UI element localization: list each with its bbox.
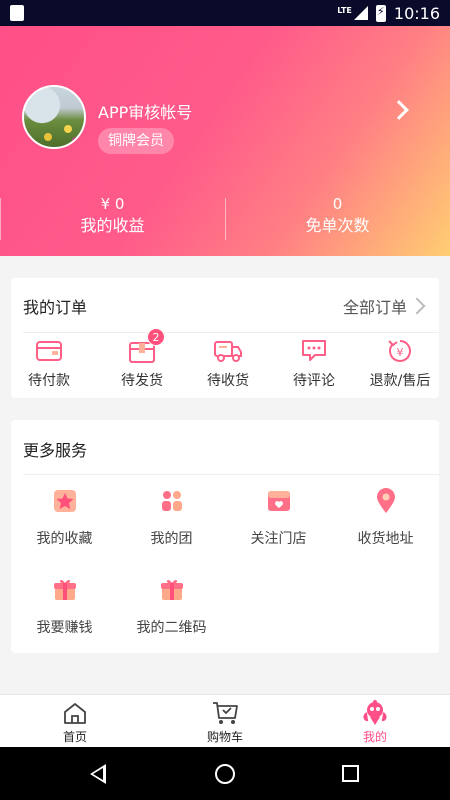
svg-text:¥: ¥ — [397, 346, 404, 359]
service-followed-stores[interactable]: 关注门店 — [225, 486, 332, 548]
all-orders-label: 全部订单 — [342, 298, 407, 317]
service-shipping-address[interactable]: 收货地址 — [332, 486, 439, 548]
order-pending-receipt[interactable]: 待收货 — [185, 336, 271, 390]
service-label: 收货地址 — [357, 531, 414, 547]
nav-mine[interactable]: 我的 — [300, 695, 450, 747]
service-earn-money[interactable]: 我要赚钱 — [11, 575, 118, 637]
service-label: 关注门店 — [250, 531, 307, 547]
recent-apps-icon[interactable] — [342, 765, 359, 782]
all-orders-link[interactable]: 全部订单 — [343, 294, 425, 318]
order-item-label: 待收货 — [207, 373, 249, 389]
home-icon — [0, 700, 150, 726]
nav-label: 我的 — [362, 730, 387, 744]
status-bar: LTE 10:16 — [0, 0, 450, 26]
store-icon — [225, 486, 332, 516]
truck-icon — [185, 336, 271, 366]
order-pending-payment[interactable]: 待付款 — [6, 336, 92, 390]
service-my-group[interactable]: 我的团 — [118, 486, 225, 548]
services-title: 更多服务 — [23, 441, 88, 460]
divider — [23, 474, 439, 475]
gift-icon — [118, 575, 225, 605]
nav-label: 首页 — [62, 730, 87, 744]
group-icon — [118, 486, 225, 516]
order-item-label: 待付款 — [28, 373, 70, 389]
battery-icon — [375, 4, 386, 22]
avatar[interactable] — [22, 85, 86, 149]
refund-icon: ¥ — [357, 336, 443, 366]
signal-icon — [353, 6, 368, 20]
order-pending-shipment[interactable]: 2 待发货 — [99, 328, 185, 390]
nav-cart[interactable]: 购物车 — [150, 695, 300, 747]
username[interactable]: APP审核帐号 — [98, 99, 192, 123]
order-pending-review[interactable]: 待评论 — [271, 336, 357, 390]
mascot-icon — [300, 700, 450, 726]
home-circle-icon[interactable] — [215, 764, 235, 784]
cart-icon — [150, 700, 300, 726]
sd-card-icon — [10, 5, 24, 21]
order-item-label: 待发货 — [121, 373, 163, 389]
stats-row: ¥ 0 我的收益 0 免单次数 — [0, 194, 450, 242]
orders-card: 我的订单 全部订单 待付款 2 待发货 待收货 待评论 ¥ 退款/售后 — [11, 278, 439, 398]
order-status-row: 待付款 2 待发货 待收货 待评论 ¥ 退款/售后 — [11, 328, 439, 394]
earnings-stat[interactable]: ¥ 0 我的收益 — [0, 194, 225, 242]
order-refund-aftersale[interactable]: ¥ 退款/售后 — [357, 336, 443, 390]
free-order-stat[interactable]: 0 免单次数 — [225, 194, 450, 242]
member-level-badge: 铜牌会员 — [98, 128, 174, 154]
service-my-qrcode[interactable]: 我的二维码 — [118, 575, 225, 637]
service-label: 我要赚钱 — [36, 620, 93, 636]
chevron-right-icon[interactable] — [390, 98, 412, 122]
system-nav-bar — [0, 747, 450, 800]
earnings-value: ¥ 0 — [100, 195, 125, 213]
free-order-value: 0 — [332, 195, 343, 213]
clock: 10:16 — [393, 3, 440, 23]
orders-title: 我的订单 — [23, 298, 88, 317]
star-icon — [11, 486, 118, 516]
chevron-right-icon — [413, 296, 425, 316]
location-icon — [332, 486, 439, 516]
wallet-icon — [6, 336, 92, 366]
gift-icon — [11, 575, 118, 605]
service-favorites[interactable]: 我的收藏 — [11, 486, 118, 548]
back-icon[interactable] — [90, 764, 106, 784]
bottom-nav: 首页 购物车 我的 — [0, 694, 450, 747]
services-card: 更多服务 我的收藏 我的团 关注门店 收货地址 我要赚钱 我的二维码 — [11, 420, 439, 653]
order-item-label: 退款/售后 — [369, 373, 431, 389]
service-label: 我的收藏 — [36, 531, 93, 547]
nav-home[interactable]: 首页 — [0, 695, 150, 747]
service-label: 我的二维码 — [136, 620, 207, 636]
nav-label: 购物车 — [206, 730, 243, 744]
earnings-label: 我的收益 — [80, 216, 145, 235]
package-icon: 2 — [99, 328, 185, 366]
pending-shipment-badge: 2 — [147, 328, 165, 346]
free-order-label: 免单次数 — [305, 216, 370, 235]
divider — [23, 332, 439, 333]
order-item-label: 待评论 — [293, 373, 335, 389]
network-type: LTE — [337, 5, 352, 15]
service-label: 我的团 — [150, 531, 193, 547]
profile-header: APP审核帐号 铜牌会员 ¥ 0 我的收益 0 免单次数 — [0, 26, 450, 256]
comment-icon — [271, 336, 357, 366]
